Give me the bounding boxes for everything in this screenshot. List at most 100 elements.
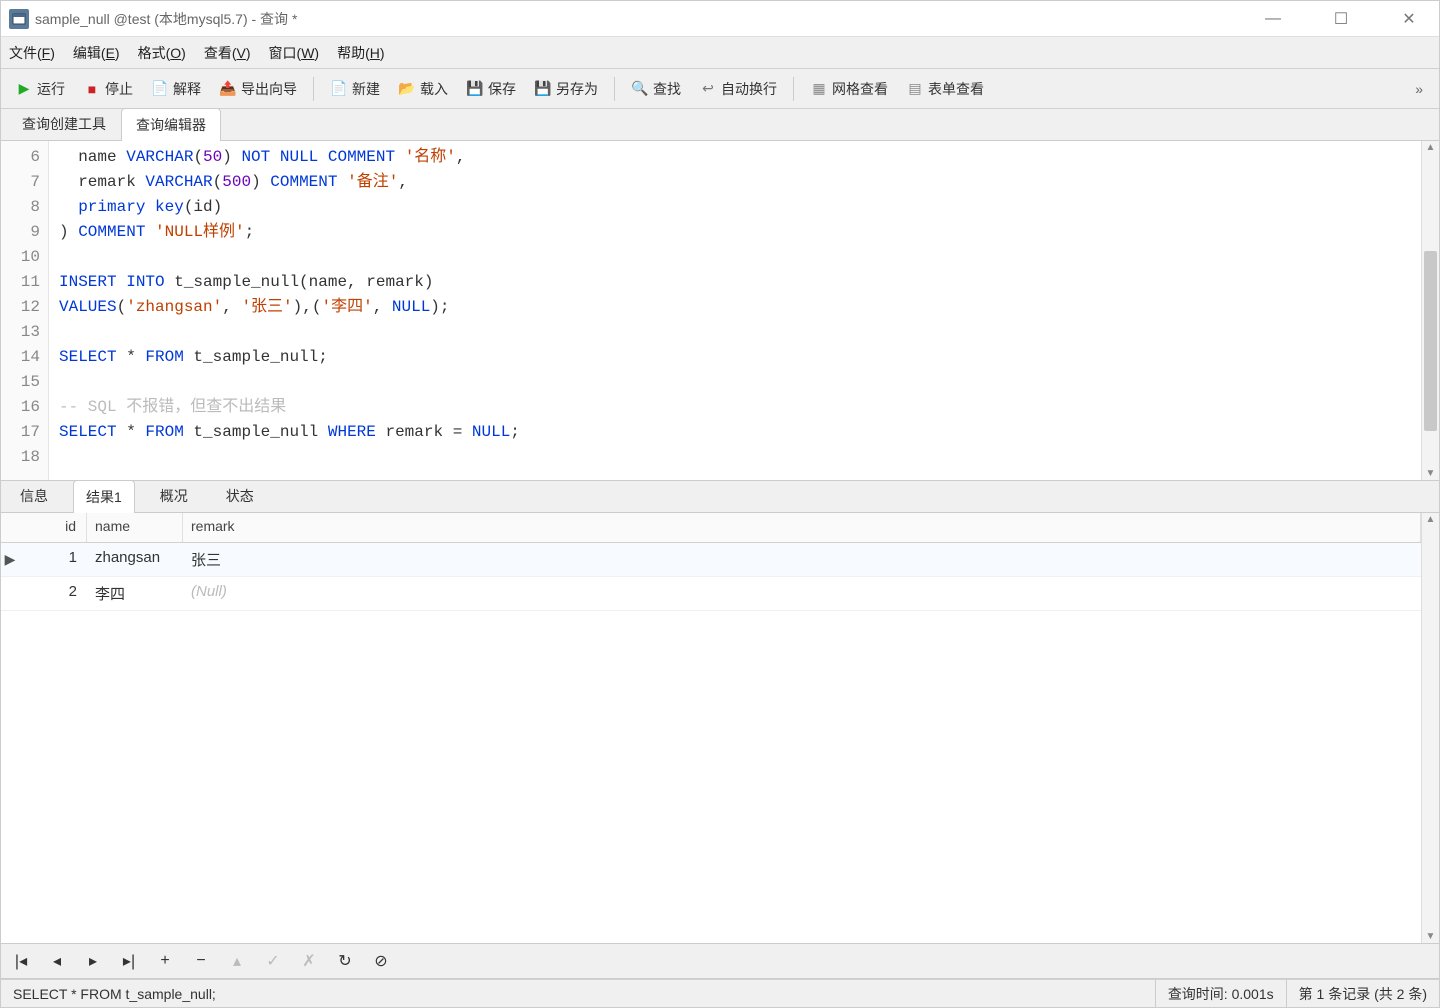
cell-name[interactable]: 李四 xyxy=(87,577,183,610)
toolbar-separator xyxy=(614,77,615,101)
app-icon xyxy=(9,9,29,29)
tab-result1[interactable]: 结果1 xyxy=(73,480,135,513)
stop-button[interactable]: ■停止 xyxy=(77,76,139,102)
cell-name[interactable]: zhangsan xyxy=(87,543,183,576)
run-button[interactable]: ▶运行 xyxy=(9,76,71,102)
code-line[interactable]: VALUES('zhangsan', '张三'),('李四', NULL); xyxy=(59,295,1411,320)
cell-remark[interactable]: (Null) xyxy=(183,577,1421,610)
code-line[interactable]: INSERT INTO t_sample_null(name, remark) xyxy=(59,270,1411,295)
toolbar-overflow[interactable]: » xyxy=(1407,81,1431,97)
scroll-thumb[interactable] xyxy=(1424,251,1437,431)
nav-refresh-button[interactable]: ↻ xyxy=(335,951,355,971)
saveas-button[interactable]: 💾另存为 xyxy=(528,76,604,102)
code-line[interactable] xyxy=(59,445,1411,470)
nav-stop-button[interactable]: ⊘ xyxy=(371,951,391,971)
nav-commit-button[interactable]: ✓ xyxy=(263,951,283,971)
scroll-up-icon[interactable]: ▲ xyxy=(1422,142,1439,153)
app-window: sample_null @test (本地mysql5.7) - 查询 * — … xyxy=(0,0,1440,1008)
toolbar-separator xyxy=(313,77,314,101)
form-icon: ▤ xyxy=(906,80,924,98)
grid-header: id name remark xyxy=(1,513,1421,543)
table-row[interactable]: ▶1zhangsan张三 xyxy=(1,543,1421,577)
tab-query-builder[interactable]: 查询创建工具 xyxy=(7,107,121,140)
window-controls: — ☐ ✕ xyxy=(1251,5,1431,33)
code-editor[interactable]: 6789101112131415161718 name VARCHAR(50) … xyxy=(1,141,1439,481)
menu-help[interactable]: 帮助(H) xyxy=(337,43,384,63)
minimize-button[interactable]: — xyxy=(1251,5,1295,33)
new-button[interactable]: 📄新建 xyxy=(324,76,386,102)
nav-prev-button[interactable]: ◂ xyxy=(47,951,67,971)
col-header-remark[interactable]: remark xyxy=(183,513,1421,542)
save-icon: 💾 xyxy=(466,80,484,98)
menu-file[interactable]: 文件(F) xyxy=(9,43,55,63)
maximize-button[interactable]: ☐ xyxy=(1319,5,1363,33)
grid-main[interactable]: id name remark ▶1zhangsan张三2李四(Null) xyxy=(1,513,1421,943)
find-button[interactable]: 🔍查找 xyxy=(625,76,687,102)
scroll-down-icon[interactable]: ▼ xyxy=(1422,468,1439,479)
code-line[interactable]: primary key(id) xyxy=(59,195,1411,220)
record-nav-toolbar: |◂ ◂ ▸ ▸| + − ▴ ✓ ✗ ↻ ⊘ xyxy=(1,943,1439,979)
nav-next-button[interactable]: ▸ xyxy=(83,951,103,971)
line-number: 12 xyxy=(1,295,48,320)
code-content[interactable]: name VARCHAR(50) NOT NULL COMMENT '名称', … xyxy=(49,141,1421,480)
autowrap-button[interactable]: ↩自动换行 xyxy=(693,76,783,102)
line-number: 6 xyxy=(1,145,48,170)
formview-button[interactable]: ▤表单查看 xyxy=(900,76,990,102)
menu-edit[interactable]: 编辑(E) xyxy=(73,43,120,63)
scroll-up-icon[interactable]: ▲ xyxy=(1422,514,1439,525)
gridview-button[interactable]: ▦网格查看 xyxy=(804,76,894,102)
code-line[interactable]: name VARCHAR(50) NOT NULL COMMENT '名称', xyxy=(59,145,1411,170)
tab-profile[interactable]: 概况 xyxy=(147,479,201,512)
code-line[interactable]: -- SQL 不报错，但查不出结果 xyxy=(59,395,1411,420)
tab-status[interactable]: 状态 xyxy=(213,479,267,512)
code-line[interactable]: SELECT * FROM t_sample_null; xyxy=(59,345,1411,370)
col-header-id[interactable]: id xyxy=(19,513,87,542)
tab-query-editor[interactable]: 查询编辑器 xyxy=(121,108,221,141)
editor-scrollbar[interactable]: ▲ ▼ xyxy=(1421,141,1439,480)
menu-view[interactable]: 查看(V) xyxy=(204,43,251,63)
search-icon: 🔍 xyxy=(631,80,649,98)
toolbar: ▶运行 ■停止 📄解释 📤导出向导 📄新建 📂载入 💾保存 💾另存为 🔍查找 ↩… xyxy=(1,69,1439,109)
col-header-name[interactable]: name xyxy=(87,513,183,542)
nav-add-button[interactable]: + xyxy=(155,952,175,970)
line-number: 11 xyxy=(1,270,48,295)
load-icon: 📂 xyxy=(398,80,416,98)
export-wizard-button[interactable]: 📤导出向导 xyxy=(213,76,303,102)
line-number: 15 xyxy=(1,370,48,395)
code-line[interactable] xyxy=(59,370,1411,395)
row-marker xyxy=(1,577,19,610)
code-line[interactable]: ) COMMENT 'NULL样例'; xyxy=(59,220,1411,245)
editor-tabbar: 查询创建工具 查询编辑器 xyxy=(1,109,1439,141)
code-line[interactable] xyxy=(59,245,1411,270)
scroll-down-icon[interactable]: ▼ xyxy=(1422,931,1439,942)
saveas-icon: 💾 xyxy=(534,80,552,98)
line-number: 13 xyxy=(1,320,48,345)
cell-remark[interactable]: 张三 xyxy=(183,543,1421,576)
line-gutter: 6789101112131415161718 xyxy=(1,141,49,480)
line-number: 17 xyxy=(1,420,48,445)
nav-remove-button[interactable]: − xyxy=(191,952,211,970)
nav-last-button[interactable]: ▸| xyxy=(119,951,139,971)
explain-button[interactable]: 📄解释 xyxy=(145,76,207,102)
nav-edit-button[interactable]: ▴ xyxy=(227,951,247,971)
code-line[interactable]: SELECT * FROM t_sample_null WHERE remark… xyxy=(59,420,1411,445)
wrap-icon: ↩ xyxy=(699,80,717,98)
status-records: 第 1 条记录 (共 2 条) xyxy=(1286,980,1439,1007)
code-line[interactable]: remark VARCHAR(500) COMMENT '备注', xyxy=(59,170,1411,195)
save-button[interactable]: 💾保存 xyxy=(460,76,522,102)
menu-window[interactable]: 窗口(W) xyxy=(269,43,320,63)
cell-id[interactable]: 1 xyxy=(19,543,87,576)
nav-first-button[interactable]: |◂ xyxy=(11,951,31,971)
new-icon: 📄 xyxy=(330,80,348,98)
nav-cancel-button[interactable]: ✗ xyxy=(299,951,319,971)
window-title: sample_null @test (本地mysql5.7) - 查询 * xyxy=(35,9,1251,29)
close-button[interactable]: ✕ xyxy=(1387,5,1431,33)
cell-id[interactable]: 2 xyxy=(19,577,87,610)
tab-info[interactable]: 信息 xyxy=(7,479,61,512)
menu-format[interactable]: 格式(O) xyxy=(138,43,186,63)
code-line[interactable] xyxy=(59,320,1411,345)
grid-scrollbar[interactable]: ▲ ▼ xyxy=(1421,513,1439,943)
load-button[interactable]: 📂载入 xyxy=(392,76,454,102)
toolbar-separator xyxy=(793,77,794,101)
table-row[interactable]: 2李四(Null) xyxy=(1,577,1421,611)
